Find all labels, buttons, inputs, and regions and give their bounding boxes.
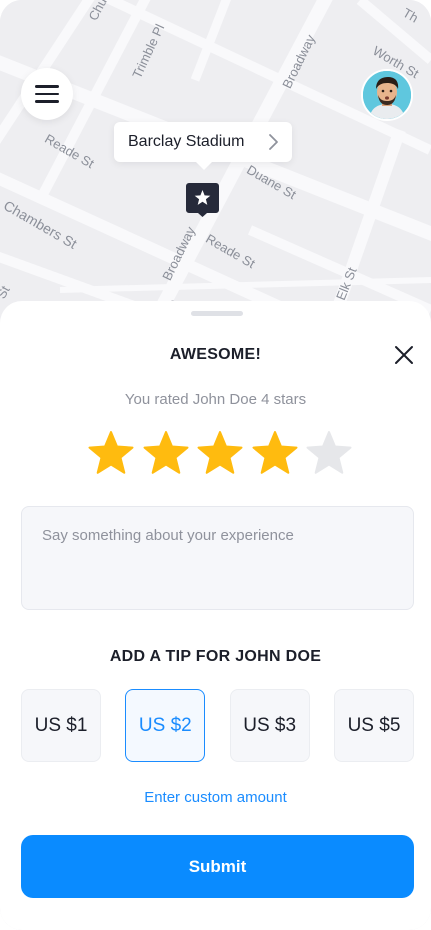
- street-lines: [0, 0, 431, 330]
- avatar[interactable]: [361, 69, 413, 121]
- map[interactable]: Chu Trimble Pl Broadway Worth St Reade S…: [0, 0, 431, 330]
- location-name: Barclay Stadium: [128, 133, 245, 150]
- location-callout[interactable]: Barclay Stadium: [114, 122, 292, 170]
- hamburger-icon: [35, 85, 59, 103]
- tip-options: US $1 US $2 US $3 US $5: [21, 689, 414, 762]
- submit-button[interactable]: Submit: [21, 835, 414, 898]
- star-filled-icon[interactable]: [143, 430, 189, 476]
- tip-option[interactable]: US $5: [333, 689, 414, 762]
- star-filled-icon[interactable]: [197, 430, 243, 476]
- star-map-pin-icon[interactable]: [186, 183, 219, 217]
- avatar-image: [363, 71, 411, 119]
- ride-rating-screen: Chu Trimble Pl Broadway Worth St Reade S…: [0, 0, 431, 930]
- star-rating[interactable]: [88, 430, 352, 478]
- tip-title: ADD A TIP FOR JOHN DOE: [109, 648, 322, 665]
- tip-option[interactable]: US $3: [229, 689, 310, 762]
- rating-subtitle: You rated John Doe 4 stars: [124, 391, 307, 408]
- rating-sheet: AWESOME! You rated John Doe 4 stars ADD …: [0, 301, 431, 930]
- star-filled-icon[interactable]: [252, 430, 298, 476]
- chevron-right-icon: [269, 134, 278, 150]
- sheet-drag-handle[interactable]: [191, 311, 243, 316]
- star-filled-icon[interactable]: [88, 430, 134, 476]
- tip-option[interactable]: US $1: [21, 689, 101, 762]
- custom-amount-link[interactable]: Enter custom amount: [0, 789, 431, 806]
- sheet-title: AWESOME!: [169, 346, 262, 363]
- tip-option[interactable]: US $2: [125, 689, 206, 762]
- feedback-textarea[interactable]: [21, 506, 414, 610]
- close-icon[interactable]: [392, 343, 416, 367]
- callout-tail: [196, 162, 212, 170]
- star-empty-icon[interactable]: [306, 430, 352, 476]
- menu-button[interactable]: [21, 68, 73, 120]
